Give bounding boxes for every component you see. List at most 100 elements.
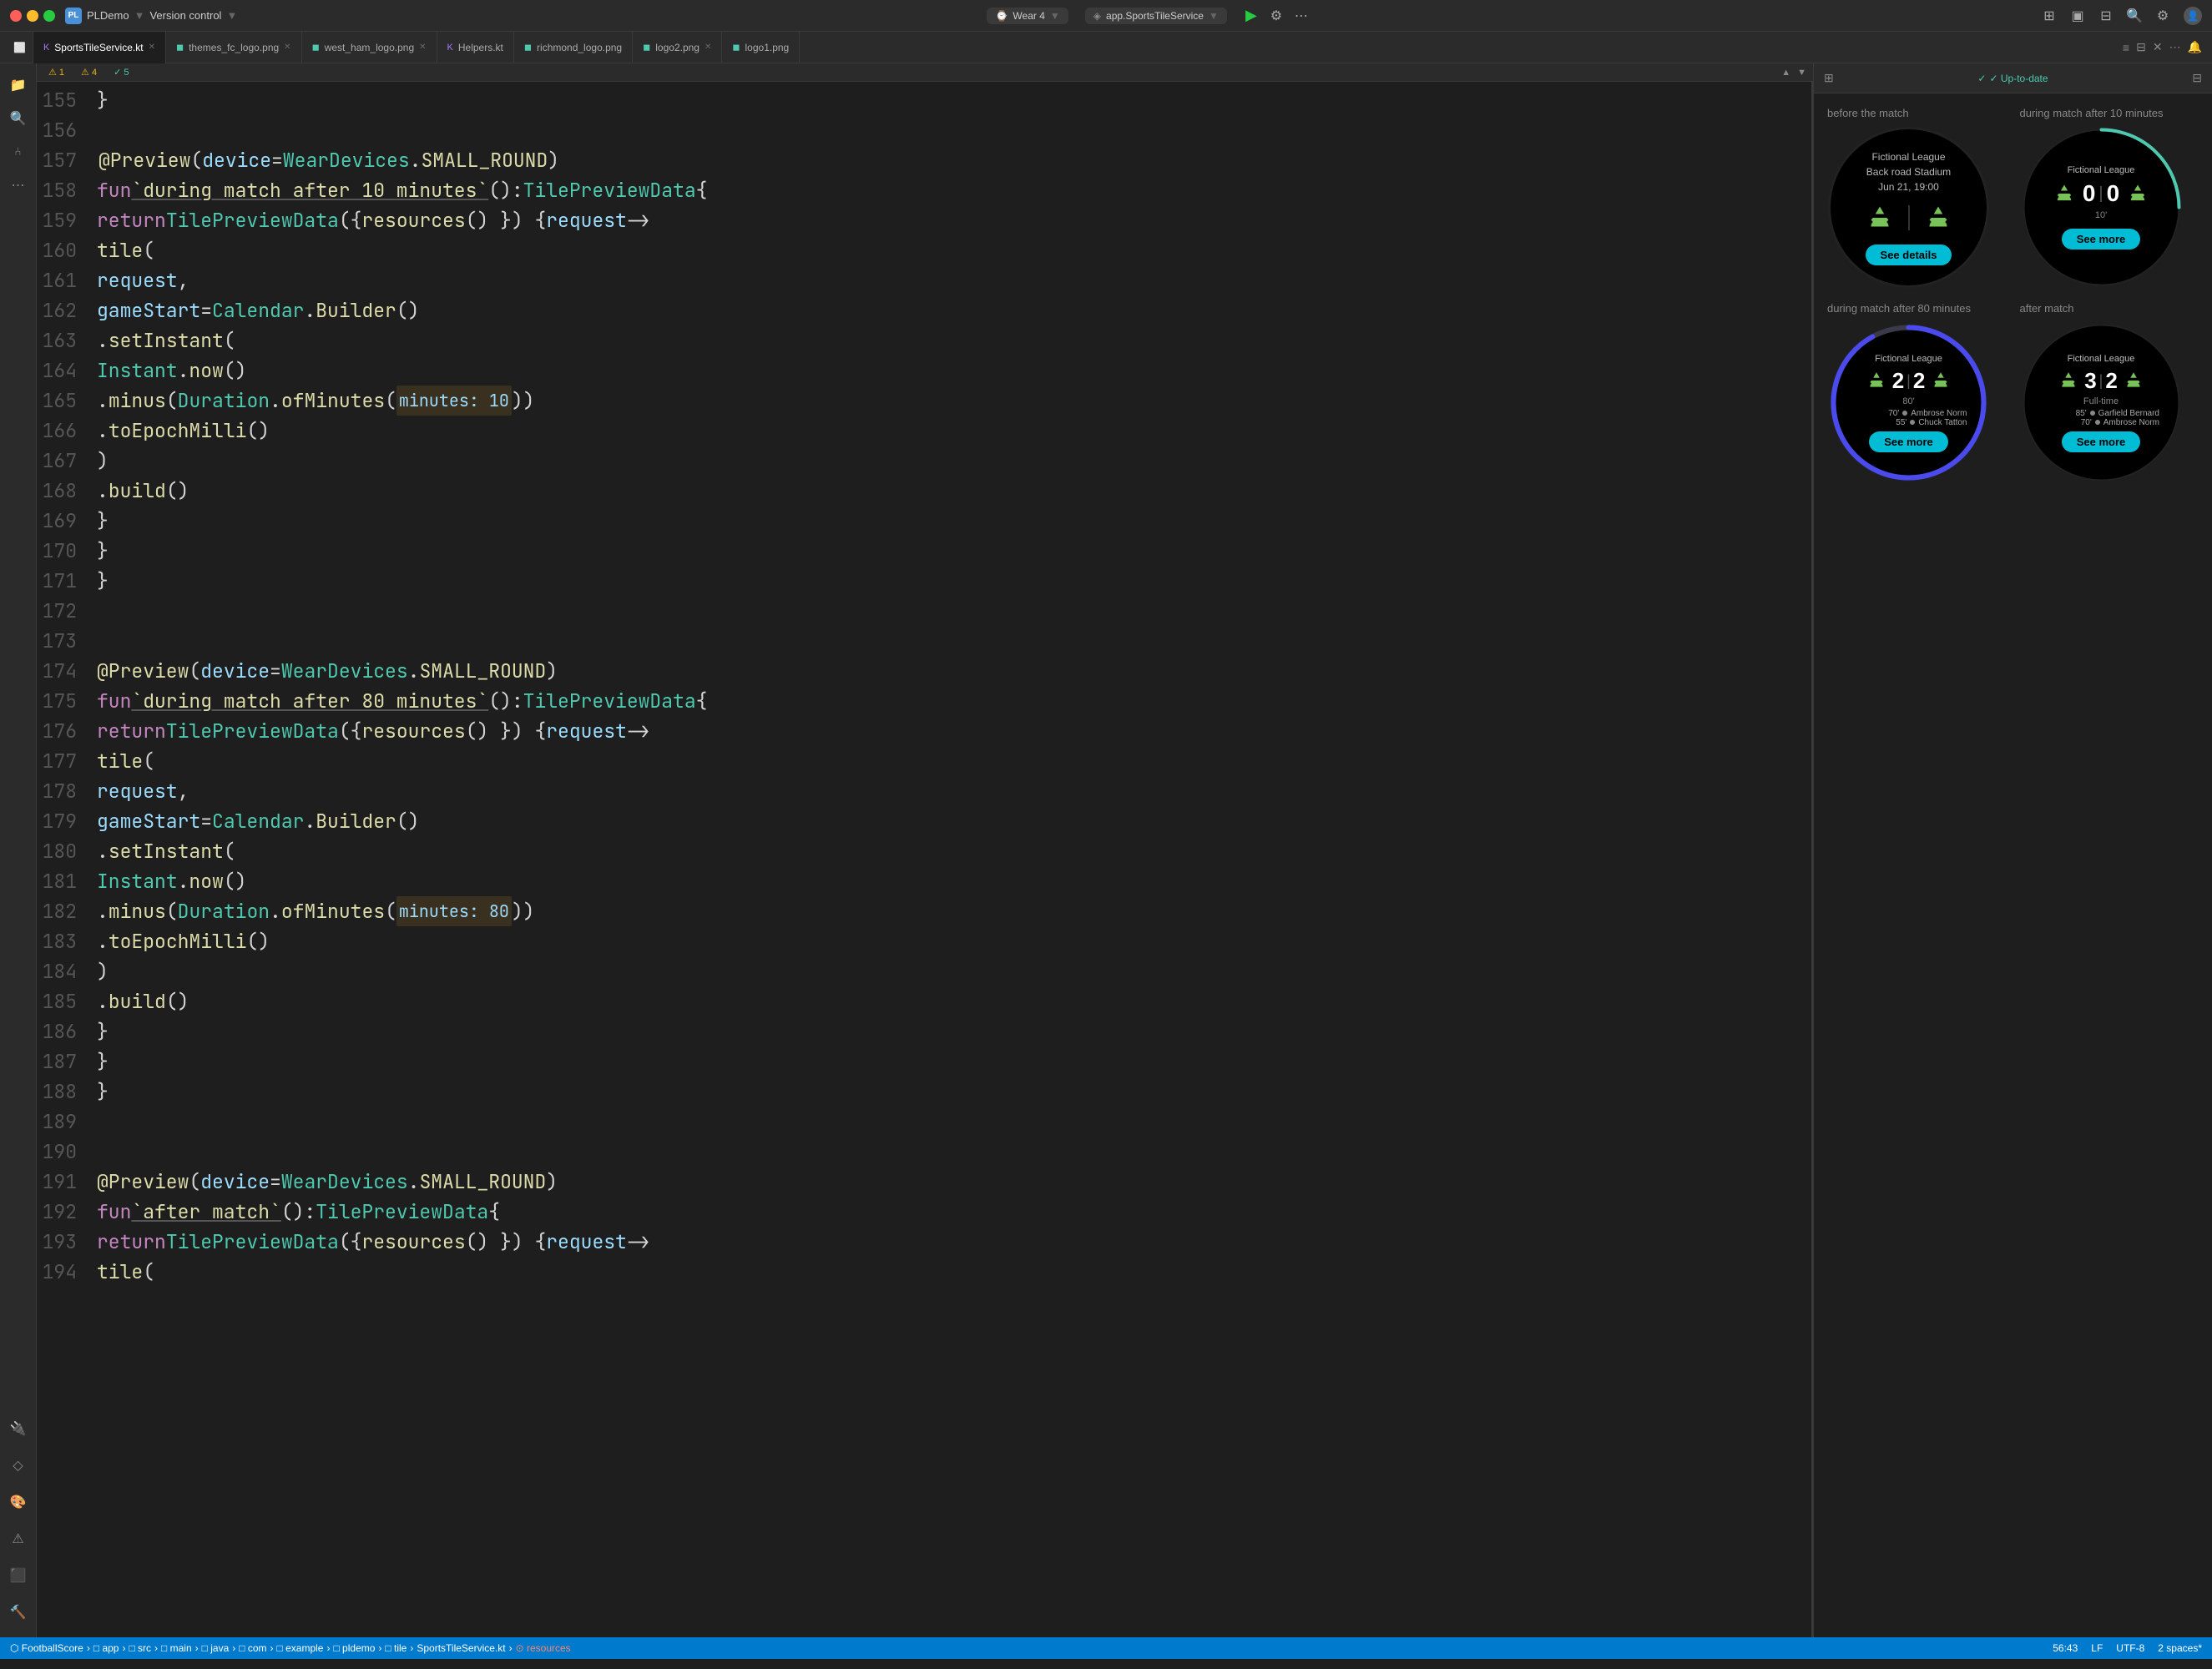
tab-sports-tile-service[interactable]: K SportsTileService.kt ✕	[33, 32, 166, 63]
tab-richmond-logo[interactable]: ◼ richmond_logo.png	[514, 32, 633, 63]
tab-label: themes_fc_logo.png	[189, 42, 279, 53]
tab-label: richmond_logo.png	[537, 42, 622, 53]
maximize-button[interactable]	[43, 10, 55, 22]
code-line-182: .minus(Duration.ofMinutes( minutes: 80))	[97, 896, 1801, 926]
warning-count-4: ⚠ 4	[76, 66, 102, 78]
traffic-lights	[10, 10, 55, 22]
tab-west-ham-logo[interactable]: ◼ west_ham_logo.png ✕	[302, 32, 437, 63]
expand-icon[interactable]: ▲	[1781, 68, 1790, 78]
line-ending: LF	[2091, 1642, 2103, 1654]
sidebar-icon-more[interactable]: ⋯	[3, 170, 33, 200]
panel-icon[interactable]: ⬜	[7, 32, 33, 63]
breadcrumb-java[interactable]: □ java	[202, 1642, 230, 1654]
sidebar-icon-search[interactable]: 🔍	[3, 103, 33, 134]
encoding: UTF-8	[2116, 1642, 2144, 1654]
breadcrumb-com[interactable]: □ com	[239, 1642, 266, 1654]
app-icon: PL	[65, 8, 82, 24]
tab-close-icon[interactable]: ✕	[149, 43, 155, 52]
service-badge[interactable]: ◈ app.SportsTileService ▼	[1085, 8, 1227, 24]
tab-helpers[interactable]: K Helpers.kt	[437, 32, 514, 63]
code-line-174: @Preview(device = WearDevices.SMALL_ROUN…	[97, 656, 1801, 686]
png-icon: ◼	[524, 42, 532, 53]
breadcrumb-app[interactable]: □ app	[93, 1642, 119, 1654]
kt-icon: K	[447, 43, 453, 53]
code-line-156	[97, 115, 1801, 145]
sidebar-icon-folder[interactable]: 📁	[3, 70, 33, 100]
during80-league-text: Fictional League	[1875, 354, 1942, 364]
debug-button[interactable]: ⚙	[1269, 8, 1284, 23]
breadcrumb-root[interactable]: ⬡ FootballScore	[10, 1642, 83, 1654]
see-more-button-during10[interactable]: See more	[2062, 229, 2141, 250]
see-more-button-during80[interactable]: See more	[1869, 431, 1948, 452]
tab-close-icon[interactable]: ✕	[705, 43, 711, 52]
code-line-173	[97, 626, 1801, 656]
see-details-button[interactable]: See details	[1866, 245, 1952, 265]
tab-close-icon[interactable]: ✕	[419, 43, 426, 52]
code-line-166: .toEpochMilli()	[97, 416, 1801, 446]
code-lines[interactable]: } @Preview(device = WearDevices.SMALL_RO…	[87, 82, 1811, 1637]
statusbar: ⬡ FootballScore › □ app › □ src › □ main…	[0, 1637, 2212, 1659]
tab-logo2[interactable]: ◼ logo2.png ✕	[633, 32, 722, 63]
code-line-159: return TilePreviewData({ resources() }) …	[97, 205, 1801, 235]
code-line-189	[97, 1107, 1801, 1137]
preview-card-during10: during match after 10 minutes Fictional …	[2020, 107, 2199, 289]
see-more-button-after[interactable]: See more	[2062, 431, 2141, 452]
app-info: PL PLDemo ▼ Version control ▼	[65, 8, 237, 24]
during10-league-text: Fictional League	[2068, 165, 2135, 175]
breadcrumb-file[interactable]: SportsTileService.kt	[417, 1642, 505, 1654]
layout3-icon[interactable]: ⊟	[2098, 8, 2114, 23]
preview-panel-settings-icon[interactable]: ⊟	[2192, 71, 2202, 85]
tabbar-close-icon[interactable]: ✕	[2153, 40, 2163, 54]
sidebar-icon-terminal[interactable]: ⬛	[3, 1561, 33, 1591]
android-icon-away	[1923, 203, 1953, 233]
sidebar-icon-build[interactable]: 🔨	[3, 1597, 33, 1627]
code-line-187: }	[97, 1046, 1801, 1077]
notification-bell[interactable]: 🔔	[2188, 40, 2202, 54]
search-icon[interactable]: 🔍	[2127, 8, 2142, 23]
sidebar-icon-plugins[interactable]: 🔌	[3, 1414, 33, 1444]
breadcrumb-example[interactable]: □ example	[277, 1642, 324, 1654]
code-line-161: request,	[97, 265, 1801, 295]
tab-close-icon[interactable]: ✕	[284, 43, 290, 52]
run-button[interactable]: ▶	[1244, 8, 1259, 23]
cursor-position: 56:43	[2053, 1642, 2078, 1654]
version-control-label: Version control	[149, 9, 221, 22]
device-badge[interactable]: ⌚ Wear 4 ▼	[987, 8, 1068, 24]
tabbar-more-icon[interactable]: ⋯	[2169, 40, 2181, 54]
close-button[interactable]	[10, 10, 22, 22]
settings-icon[interactable]: ⚙	[2155, 8, 2170, 23]
breadcrumb-symbol[interactable]: ⊙ resources	[516, 1642, 571, 1654]
breadcrumb-src[interactable]: □ src	[129, 1642, 151, 1654]
code-line-179: gameStart = Calendar.Builder()	[97, 806, 1801, 836]
sidebar-icon-git[interactable]: ⑃	[3, 137, 33, 167]
tabbar-split-icon[interactable]: ⊟	[2136, 40, 2146, 54]
sidebar-icon-paint[interactable]: 🎨	[3, 1487, 33, 1517]
preview-label-during10: during match after 10 minutes	[2020, 107, 2199, 119]
minimize-button[interactable]	[27, 10, 38, 22]
sidebar-icon-warning[interactable]: ⚠	[3, 1524, 33, 1554]
layout2-icon[interactable]: ▣	[2070, 8, 2085, 23]
breadcrumb-tile[interactable]: □ tile	[385, 1642, 407, 1654]
collapse-icon[interactable]: ▼	[1797, 68, 1806, 78]
code-line-155: }	[97, 85, 1801, 115]
more-button[interactable]: ⋯	[1294, 8, 1309, 23]
sidebar-icon-template[interactable]: ◇	[3, 1450, 33, 1480]
preview-panel-icon[interactable]: ⊞	[1824, 71, 1834, 85]
breadcrumb-pldemo[interactable]: □ pldemo	[333, 1642, 375, 1654]
layout-icon[interactable]: ⊞	[2042, 8, 2057, 23]
code-editor[interactable]: 155 156 157 158 159 160 161 162 163 164 …	[37, 82, 1813, 1637]
code-line-169: }	[97, 506, 1801, 536]
breadcrumb-main[interactable]: □ main	[161, 1642, 192, 1654]
preview-content: before the match Fictional LeagueBack ro…	[1814, 93, 2212, 1637]
line-numbers: 155 156 157 158 159 160 161 162 163 164 …	[37, 82, 87, 1637]
code-line-165: .minus(Duration.ofMinutes( minutes: 10))	[97, 386, 1801, 416]
tab-themes-logo[interactable]: ◼ themes_fc_logo.png ✕	[166, 32, 302, 63]
after-fulltime: Full-time	[2083, 396, 2119, 406]
code-line-167: )	[97, 446, 1801, 476]
code-line-176: return TilePreviewData({ resources() }) …	[97, 716, 1801, 746]
profile-icon[interactable]: 👤	[2184, 7, 2202, 25]
code-line-191: @Preview(device = WearDevices.SMALL_ROUN…	[97, 1167, 1801, 1197]
tabbar-list-icon[interactable]: ≡	[2123, 41, 2129, 54]
tab-logo1[interactable]: ◼ logo1.png	[722, 32, 800, 63]
tab-label: west_ham_logo.png	[325, 42, 414, 53]
